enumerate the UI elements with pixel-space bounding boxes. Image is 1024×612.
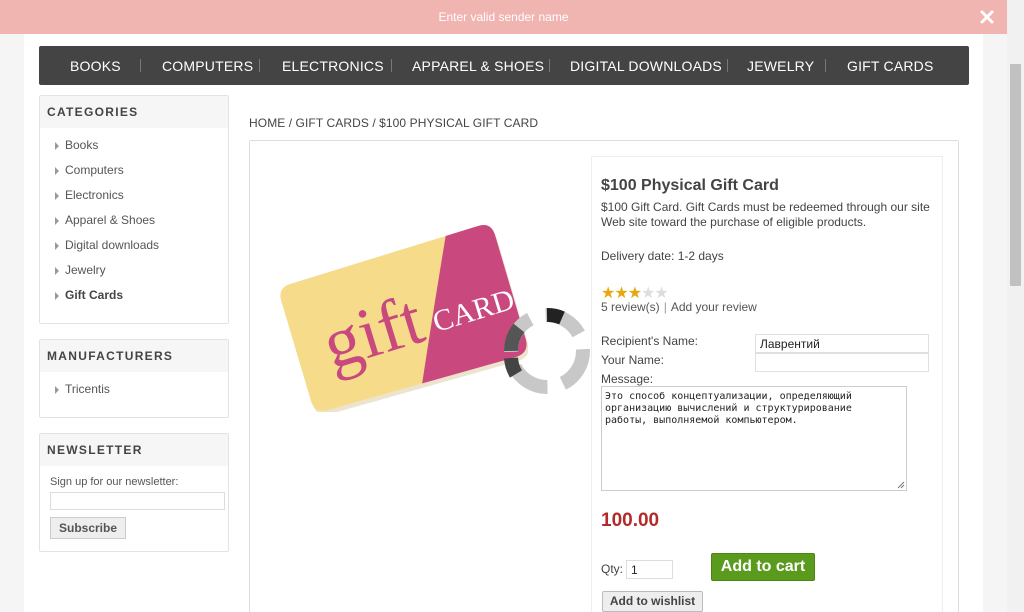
category-label[interactable]: Apparel & Shoes	[65, 213, 155, 227]
arrow-right-icon	[55, 242, 59, 250]
product-description: $100 Gift Card. Gift Cards must be redee…	[601, 200, 930, 229]
menu-separator	[549, 59, 550, 72]
scrollbar[interactable]	[1007, 0, 1024, 612]
subscribe-button[interactable]: Subscribe	[50, 517, 127, 539]
menu-separator	[140, 59, 141, 72]
add-to-wishlist-button[interactable]: Add to wishlist	[602, 591, 703, 612]
manufacturer-item-tricentis[interactable]: Tricentis	[40, 377, 228, 402]
menu-item-computers[interactable]: COMPUTERS	[162, 58, 253, 74]
arrow-right-icon	[55, 386, 59, 394]
notification-bar: Enter valid sender name	[0, 0, 1007, 34]
add-to-cart-button[interactable]: Add to cart	[711, 553, 815, 581]
sender-name-label: Your Name:	[601, 353, 664, 367]
category-item-electronics[interactable]: Electronics	[40, 183, 228, 208]
arrow-right-icon	[55, 217, 59, 225]
arrow-right-icon	[55, 142, 59, 150]
breadcrumb-separator: /	[372, 116, 376, 130]
category-label[interactable]: Books	[65, 138, 98, 152]
menu-separator	[825, 59, 826, 72]
manufacturers-list: Tricentis	[40, 377, 228, 402]
menu-item-books[interactable]: BOOKS	[70, 58, 121, 74]
page-margin-right	[983, 34, 1007, 612]
categories-list: Books Computers Electronics Apparel & Sh…	[40, 133, 228, 308]
menu-separator	[391, 59, 392, 72]
quantity-input[interactable]: 1	[626, 560, 673, 579]
manufacturers-title: MANUFACTURERS	[40, 340, 228, 372]
recipient-name-input[interactable]: Лаврентий	[755, 334, 929, 353]
product-name: $100 Physical Gift Card	[601, 177, 779, 194]
categories-title: CATEGORIES	[40, 96, 228, 128]
menu-item-apparel-shoes[interactable]: APPAREL & SHOES	[412, 58, 544, 74]
newsletter-block: NEWSLETTER Sign up for our newsletter: S…	[39, 433, 229, 552]
delivery-date: Delivery date: 1-2 days	[601, 249, 724, 263]
manufacturer-label[interactable]: Tricentis	[65, 382, 110, 396]
arrow-right-icon	[55, 292, 59, 300]
breadcrumb-home[interactable]: HOME	[249, 116, 285, 130]
menu-item-jewelry[interactable]: JEWELRY	[747, 58, 814, 74]
notification-text: Enter valid sender name	[438, 10, 569, 24]
category-item-gift-cards[interactable]: Gift Cards	[40, 283, 228, 308]
product-price: 100.00	[601, 510, 660, 531]
menu-item-electronics[interactable]: ELECTRONICS	[282, 58, 384, 74]
message-textarea[interactable]: Это способ концептуализации, определяющи…	[601, 386, 907, 491]
menu-separator	[727, 59, 728, 72]
newsletter-email-input[interactable]	[50, 492, 225, 510]
loading-spinner-icon	[504, 308, 590, 394]
reviews-row: 5 review(s) | Add your review	[601, 300, 757, 314]
menu-item-gift-cards[interactable]: GIFT CARDS	[847, 58, 934, 74]
category-label[interactable]: Electronics	[65, 188, 124, 202]
scrollbar-thumb[interactable]	[1010, 64, 1021, 286]
category-item-digital-downloads[interactable]: Digital downloads	[40, 233, 228, 258]
breadcrumb-current: $100 PHYSICAL GIFT CARD	[379, 116, 539, 130]
arrow-right-icon	[55, 167, 59, 175]
breadcrumb-category[interactable]: GIFT CARDS	[296, 116, 369, 130]
quantity-label: Qty:	[601, 562, 624, 576]
newsletter-title: NEWSLETTER	[40, 434, 228, 466]
menu-item-digital-downloads[interactable]: DIGITAL DOWNLOADS	[570, 58, 722, 74]
category-item-books[interactable]: Books	[40, 133, 228, 158]
category-label[interactable]: Jewelry	[65, 263, 106, 277]
top-menu: BOOKS COMPUTERS ELECTRONICS APPAREL & SH…	[39, 46, 969, 85]
add-review-link[interactable]: Add your review	[671, 300, 757, 314]
arrow-right-icon	[55, 267, 59, 275]
categories-block: CATEGORIES Books Computers Electronics A…	[39, 95, 229, 324]
arrow-right-icon	[55, 192, 59, 200]
category-item-computers[interactable]: Computers	[40, 158, 228, 183]
message-label: Message:	[601, 372, 654, 386]
resize-handle-icon[interactable]	[897, 481, 905, 489]
breadcrumb-separator: /	[288, 116, 293, 130]
manufacturers-block: MANUFACTURERS Tricentis	[39, 339, 229, 418]
category-label[interactable]: Computers	[65, 163, 124, 177]
reviews-link[interactable]: 5 review(s)	[601, 300, 660, 314]
category-label[interactable]: Digital downloads	[65, 238, 159, 252]
category-item-jewelry[interactable]: Jewelry	[40, 258, 228, 283]
close-icon[interactable]	[979, 9, 995, 25]
breadcrumb: HOME / GIFT CARDS / $100 PHYSICAL GIFT C…	[249, 116, 538, 130]
reviews-divider: |	[663, 300, 667, 314]
sender-name-input[interactable]	[755, 353, 929, 372]
newsletter-label: Sign up for our newsletter:	[50, 476, 179, 488]
category-label[interactable]: Gift Cards	[65, 288, 123, 302]
product-image[interactable]: gift CARD	[278, 222, 528, 412]
page-margin-left	[0, 34, 24, 612]
menu-separator	[259, 59, 260, 72]
recipient-name-label: Recipient's Name:	[601, 334, 698, 348]
category-item-apparel-shoes[interactable]: Apparel & Shoes	[40, 208, 228, 233]
